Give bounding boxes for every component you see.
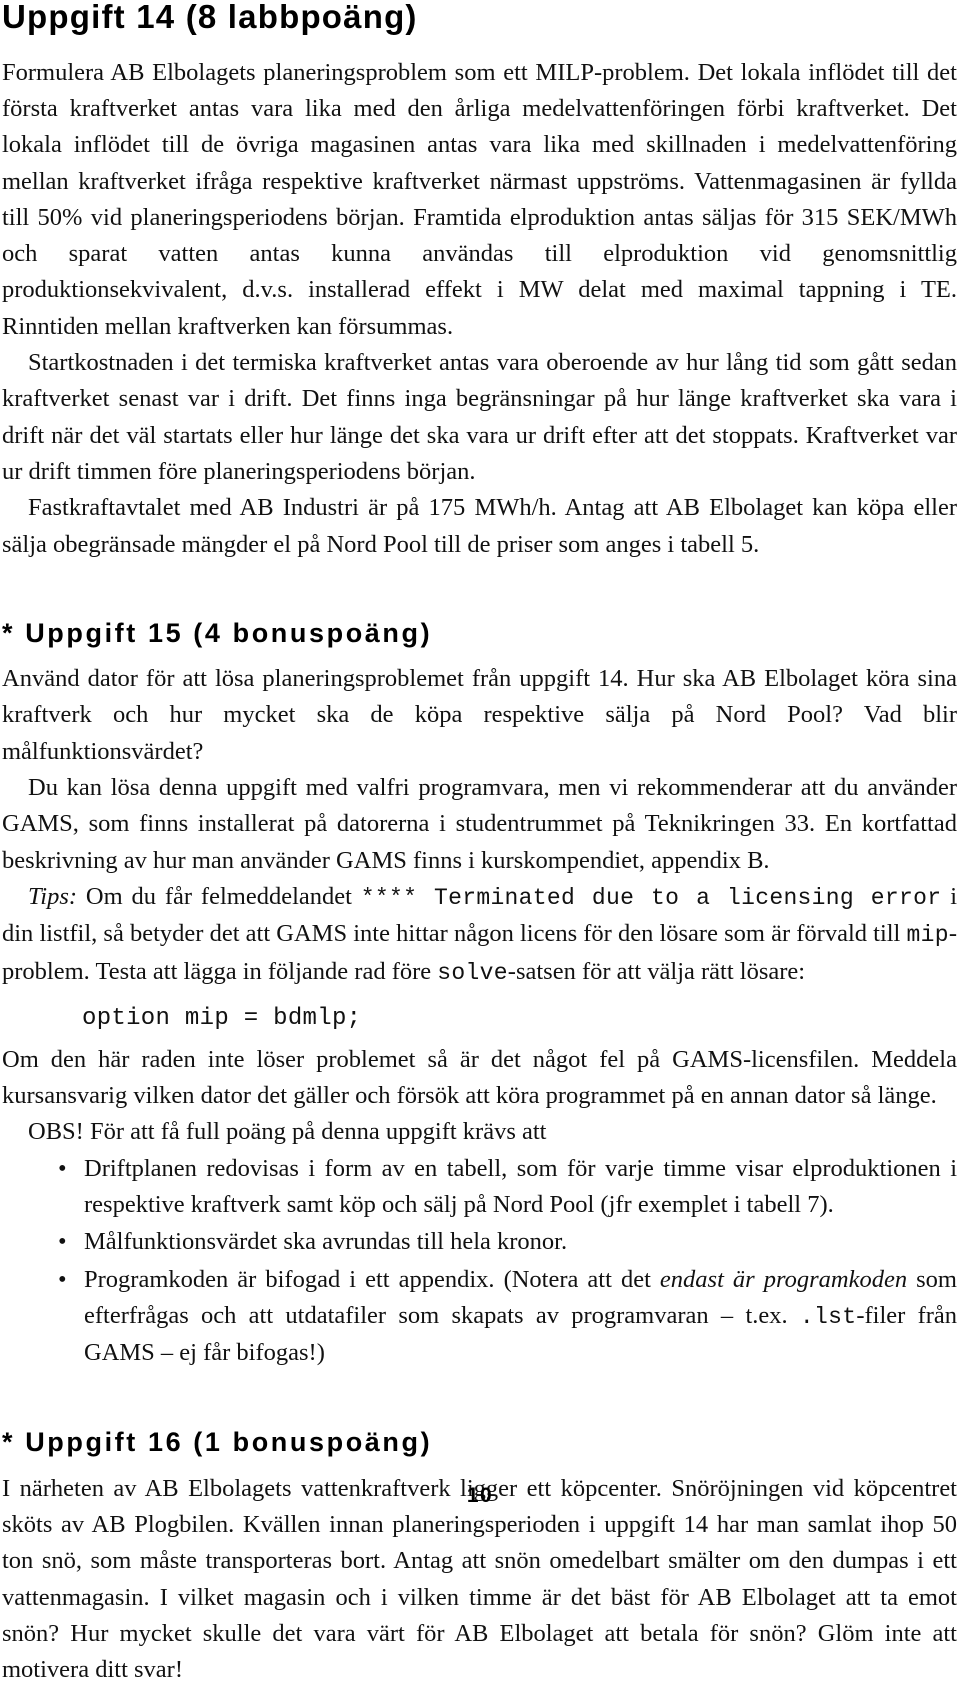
tips-text-part-4: -satsen för att välja rätt lösare: — [507, 957, 806, 985]
paragraph-after-code-1: Om den här raden inte löser problemet så… — [2, 1045, 957, 1110]
bullet-icon: • — [58, 1154, 67, 1182]
page-number: 10 — [466, 1484, 494, 1507]
paragraph-uppgift14-3: Fastkraftavtalet med AB Industri är på 1… — [2, 494, 957, 558]
list-item-text: Målfunktionsvärdet ska avrundas till hel… — [84, 1228, 568, 1256]
list-item: • Målfunktionsvärdet ska avrundas till he… — [58, 1224, 957, 1260]
heading-uppgift-15: * Uppgift 15 (4 bonuspoäng) — [2, 617, 433, 648]
paragraph-uppgift14-2: Startkostnaden i det termiska kraftverke… — [2, 349, 957, 485]
paragraph-uppgift14-1: Formulera AB Elbolagets planeringsproble… — [2, 58, 957, 340]
heading-uppgift-16: * Uppgift 16 (1 bonuspoäng) — [2, 1427, 433, 1458]
paragraph-tips: Tips: Om du får felmeddelandet **** Term… — [2, 879, 957, 991]
tips-code-mip: mip — [906, 922, 949, 949]
bullet-icon: • — [58, 1228, 67, 1256]
paragraph-uppgift15-1: Använd dator för att lösa planeringsprob… — [2, 665, 957, 765]
tips-code-terminated: **** Terminated due to a licensing error — [360, 884, 942, 911]
document-page: Uppgift 14 (8 labbpoäng) Formulera AB El… — [0, 0, 960, 1683]
list-item-text-part-1: Programkoden är bifogad i ett appendix. … — [84, 1265, 660, 1293]
heading-uppgift-14: Uppgift 14 (8 labbpoäng) — [2, 0, 418, 35]
spacer-before-uppgift-15 — [2, 563, 957, 619]
list-item-emphasis: endast är programkoden — [659, 1265, 908, 1293]
tips-label: Tips: — [28, 882, 78, 910]
paragraph-uppgift15-2: Du kan lösa denna uppgift med valfri pro… — [2, 774, 957, 874]
bullet-icon: • — [58, 1265, 67, 1293]
requirements-list: • Driftplanen redovisas i form av en tabe… — [2, 1151, 957, 1372]
spacer-before-uppgift-16 — [2, 1372, 957, 1428]
list-item-code-lst: .lst — [799, 1303, 857, 1330]
code-block-option-mip: option mip = bdmlp; — [82, 1004, 362, 1032]
list-item-text: Driftplanen redovisas i form av en tabel… — [84, 1154, 957, 1218]
page-content: Uppgift 14 (8 labbpoäng) Formulera AB El… — [2, 0, 957, 1689]
tips-code-solve: solve — [437, 959, 508, 986]
list-item: • Driftplanen redovisas i form av en tabe… — [58, 1151, 957, 1224]
paragraph-obs: OBS! För att få full poäng på denna uppg… — [28, 1118, 547, 1146]
list-item: • Programkoden är bifogad i ett appendix.… — [58, 1262, 957, 1372]
tips-text-part-1: Om du får felmeddelandet — [77, 882, 361, 910]
